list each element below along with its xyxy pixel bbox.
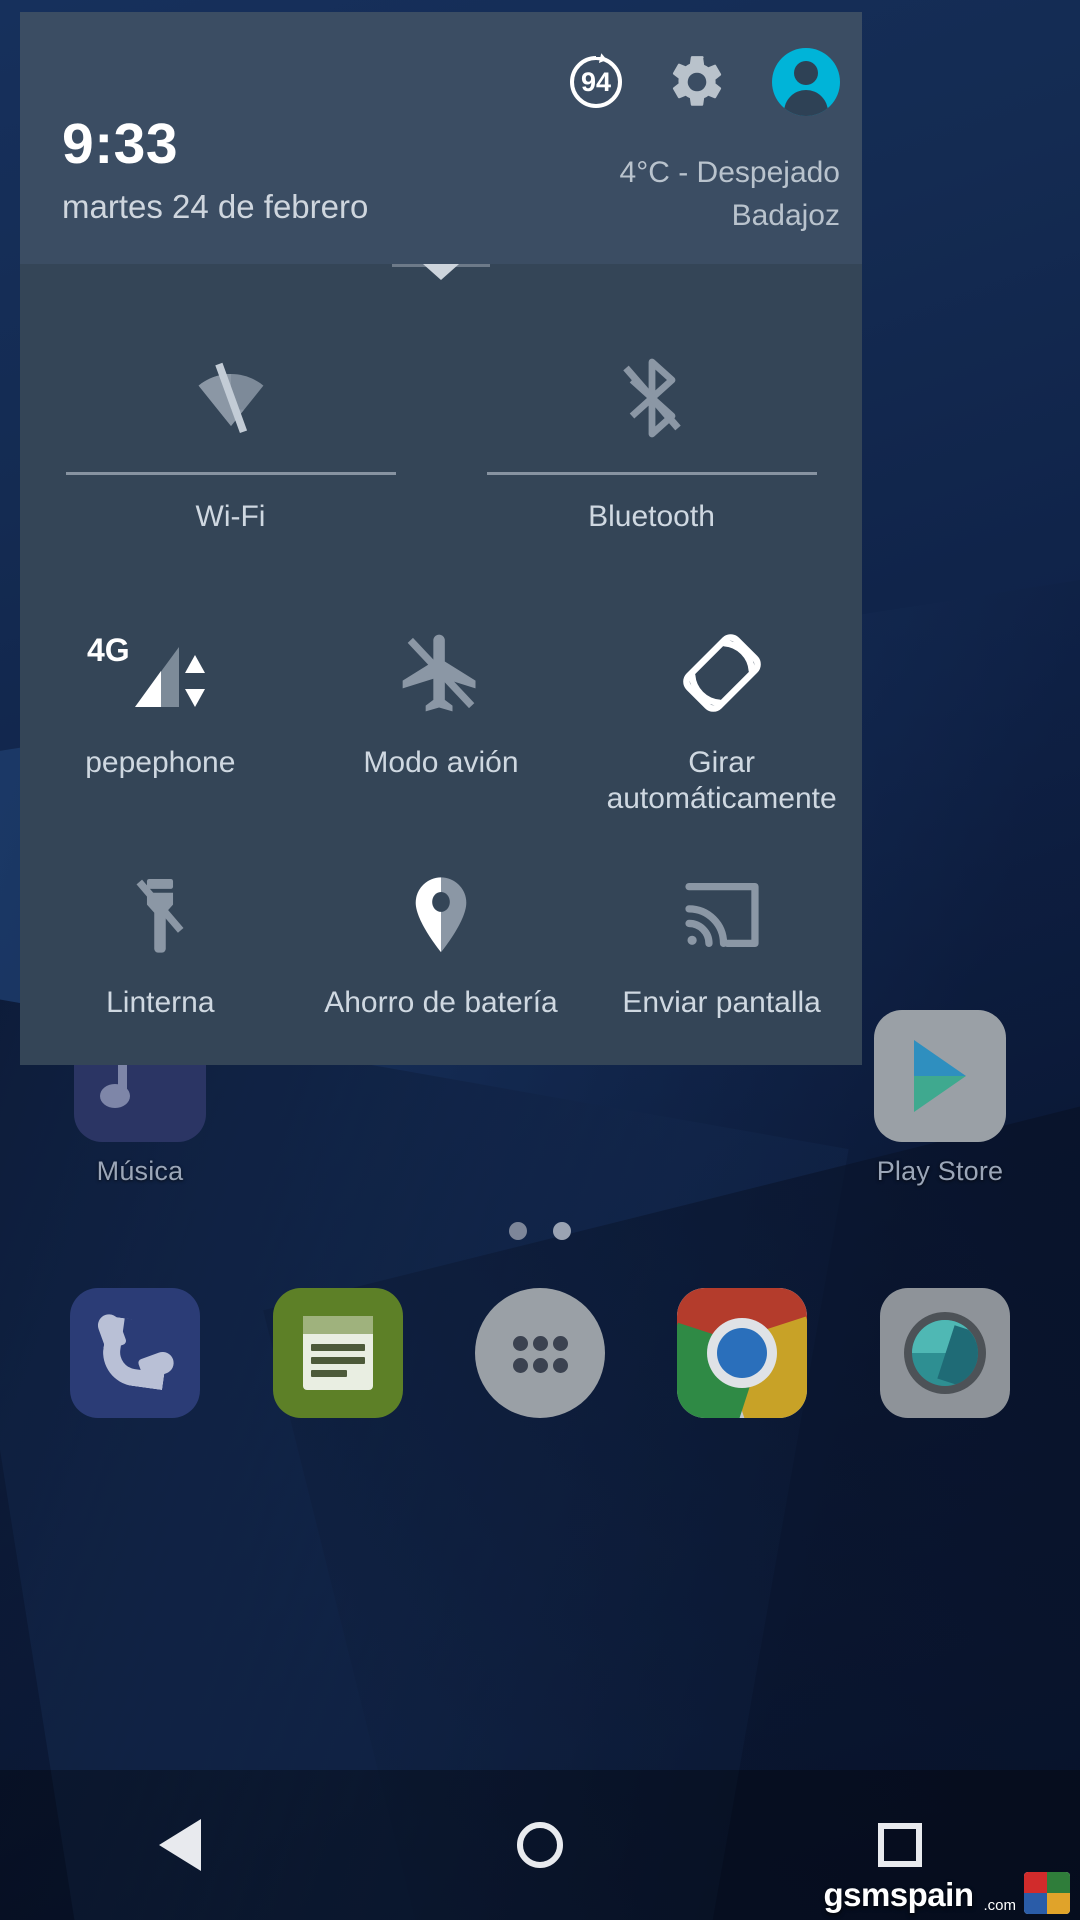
qs-tile-label-line1: Girar	[688, 746, 755, 779]
flashlight-off-icon	[114, 869, 206, 961]
qs-tile-auto-rotate[interactable]: Girar automáticamente	[581, 627, 862, 817]
qs-tile-label: Linterna	[106, 986, 215, 1019]
qs-tile-label: Ahorro de batería	[324, 986, 558, 1019]
location-pin-icon	[395, 869, 487, 961]
messaging-app-icon[interactable]	[272, 1288, 403, 1418]
chevron-down-icon[interactable]	[423, 264, 459, 280]
battery-percent-label: 94	[580, 66, 612, 97]
qs-tile-row-2: 4G pepephone Modo avión Girar automática…	[20, 535, 862, 817]
watermark-suffix: .com	[983, 1897, 1016, 1914]
qs-tile-flashlight[interactable]: Linterna	[20, 869, 301, 1021]
qs-tile-label: Enviar pantalla	[622, 986, 821, 1019]
qs-tile-label: pepephone	[85, 746, 236, 779]
tile-divider	[65, 472, 396, 475]
qs-tile-airplane-mode[interactable]: Modo avión	[301, 627, 582, 817]
camera-app-icon[interactable]	[879, 1288, 1010, 1418]
qs-tile-wifi[interactable]: Wi-Fi	[20, 350, 441, 535]
clock-label: 9:33	[62, 112, 179, 176]
bluetooth-off-icon	[604, 350, 700, 446]
gear-icon[interactable]	[666, 51, 728, 113]
back-triangle-icon	[159, 1819, 201, 1871]
back-nav-button[interactable]	[120, 1800, 240, 1890]
qs-tile-row-1: Wi-Fi Bluetooth	[20, 264, 862, 535]
watermark-text: gsmspain	[823, 1876, 974, 1913]
chrome-app-icon[interactable]	[677, 1288, 808, 1418]
battery-circle-icon[interactable]: 94	[570, 51, 622, 108]
home-dock	[0, 1288, 1080, 1418]
weather-temp-condition: 4°C - Despejado	[619, 156, 840, 189]
svg-text:4G: 4G	[87, 632, 130, 668]
tile-divider	[486, 472, 817, 475]
wifi-off-icon	[183, 350, 279, 446]
status-icon-group: 94	[570, 48, 840, 116]
qs-tile-battery-saver[interactable]: Ahorro de batería	[301, 869, 582, 1021]
home-app-label: Play Store	[876, 1156, 1004, 1186]
gsmspain-logo-icon	[1024, 1872, 1070, 1914]
qs-tile-row-3: Linterna Ahorro de batería Enviar pantal…	[20, 817, 862, 1021]
home-app-label: Música	[96, 1156, 184, 1186]
weather-widget[interactable]: 4°C - Despejado Badajoz	[620, 152, 840, 237]
qs-tile-cast-screen[interactable]: Enviar pantalla	[581, 869, 862, 1021]
qs-tile-label-line2: automáticamente	[606, 782, 837, 815]
cast-screen-icon	[676, 869, 768, 961]
page-dot-active[interactable]	[553, 1222, 571, 1240]
mobile-signal-4g-icon: 4G	[85, 627, 235, 719]
recents-square-icon	[878, 1823, 922, 1867]
quick-settings-header: 94 9:33 martes 24 de febrero 4°C - Despe…	[20, 12, 862, 264]
home-nav-button[interactable]	[480, 1800, 600, 1890]
quick-settings-panel: 94 9:33 martes 24 de febrero 4°C - Despe…	[20, 12, 862, 1065]
app-drawer-icon[interactable]	[474, 1288, 605, 1418]
qs-tile-label: Modo avión	[363, 746, 519, 779]
qs-tile-mobile-data[interactable]: 4G pepephone	[20, 627, 301, 817]
home-circle-icon	[517, 1822, 563, 1868]
qs-tile-label: Wi-Fi	[195, 500, 266, 533]
auto-rotate-icon	[676, 627, 768, 719]
user-avatar-icon[interactable]	[772, 48, 840, 116]
qs-tile-label: Girar automáticamente	[607, 745, 837, 817]
page-dot[interactable]	[509, 1222, 527, 1240]
qs-tile-label: Bluetooth	[588, 500, 715, 533]
home-app-play-store[interactable]: Play Store	[832, 1010, 1048, 1187]
qs-tile-bluetooth[interactable]: Bluetooth	[441, 350, 862, 535]
weather-location: Badajoz	[731, 198, 840, 232]
phone-app-icon[interactable]	[70, 1288, 201, 1418]
date-label: martes 24 de febrero	[62, 188, 369, 225]
play-store-app-icon	[874, 1010, 1006, 1142]
home-page-indicator	[0, 1222, 1080, 1240]
quick-settings-tiles: Wi-Fi Bluetooth 4G pepephone Modo avión …	[20, 264, 862, 1065]
airplane-mode-off-icon	[395, 627, 487, 719]
watermark: gsmspain .com	[823, 1872, 1070, 1914]
